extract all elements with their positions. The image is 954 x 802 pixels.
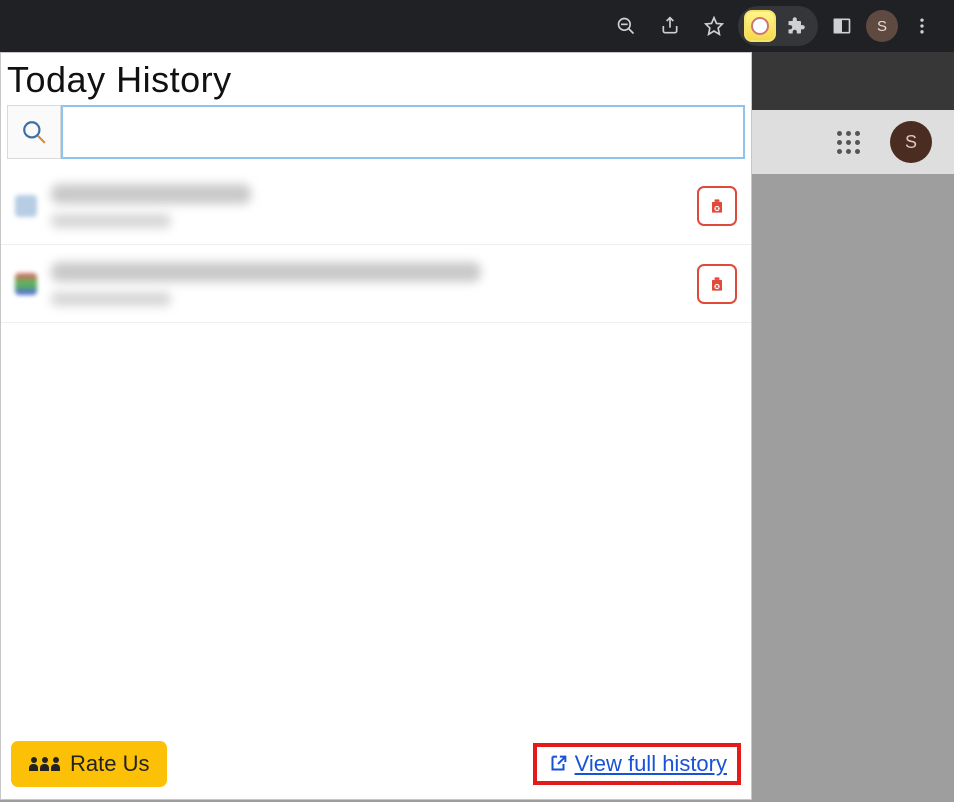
rate-us-label: Rate Us: [70, 751, 149, 777]
history-entry-title: [51, 184, 251, 204]
delete-button[interactable]: [697, 264, 737, 304]
history-entry-title: [51, 262, 481, 282]
view-full-history-link[interactable]: View full history: [575, 751, 727, 777]
trash-icon: [707, 274, 727, 294]
popup-footer: Rate Us View full history: [1, 731, 751, 799]
history-item[interactable]: [1, 245, 751, 323]
kebab-menu-icon[interactable]: [902, 6, 942, 46]
zoom-out-icon[interactable]: [606, 6, 646, 46]
browser-toolbar: S: [0, 0, 954, 52]
delete-button[interactable]: [697, 186, 737, 226]
history-entry-text: [51, 184, 683, 228]
bookmark-star-icon[interactable]: [694, 6, 734, 46]
history-entry-text: [51, 262, 683, 306]
history-entry-subtitle: [51, 214, 171, 228]
apps-grid-icon[interactable]: [836, 130, 860, 154]
history-list: [1, 167, 751, 323]
favicon-icon: [15, 195, 37, 217]
page-avatar-initial: S: [905, 132, 917, 153]
profile-avatar[interactable]: S: [866, 10, 898, 42]
popup-title: Today History: [1, 53, 751, 105]
history-extension-icon[interactable]: [744, 10, 776, 42]
page-profile-avatar[interactable]: S: [890, 121, 932, 163]
favicon-icon: [15, 273, 37, 295]
trash-icon: [707, 196, 727, 216]
rate-us-button[interactable]: Rate Us: [11, 741, 167, 787]
extensions-puzzle-icon[interactable]: [780, 6, 812, 46]
search-row: [1, 105, 751, 167]
history-popup: Today History: [0, 52, 752, 800]
extension-group: [738, 6, 818, 46]
external-link-icon: [547, 753, 569, 775]
search-icon[interactable]: [7, 105, 61, 159]
search-input[interactable]: [61, 105, 745, 159]
avatar-initial: S: [877, 18, 887, 35]
view-full-history-highlight: View full history: [533, 743, 741, 785]
share-icon[interactable]: [650, 6, 690, 46]
people-icon: [29, 757, 60, 771]
history-entry-subtitle: [51, 292, 171, 306]
history-item[interactable]: [1, 167, 751, 245]
side-panel-icon[interactable]: [822, 6, 862, 46]
